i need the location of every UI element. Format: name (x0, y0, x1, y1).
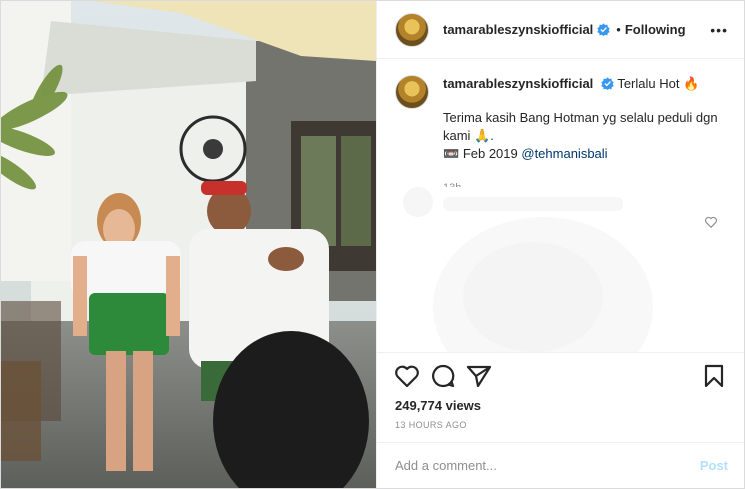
video-frame-illustration (1, 1, 376, 488)
mention-link[interactable]: @tehmanisbali (521, 146, 607, 161)
comment-input[interactable] (395, 458, 700, 473)
fire-emoji: 🔥 (683, 76, 700, 91)
author-username[interactable]: tamarableszynskiofficial (443, 22, 593, 37)
like-button[interactable] (393, 362, 421, 390)
more-options-icon[interactable]: ••• (710, 22, 728, 38)
comments-area: tamarableszynskiofficial Terlalu Hot 🔥 T… (377, 59, 744, 352)
heart-icon (395, 365, 419, 387)
caption-username[interactable]: tamarableszynskiofficial (443, 76, 593, 91)
heart-icon[interactable] (704, 215, 718, 229)
post-header: tamarableszynskiofficial • Following ••• (377, 1, 744, 59)
post-details-panel: tamarableszynskiofficial • Following •••… (376, 1, 744, 488)
verified-badge-icon (597, 23, 610, 36)
author-avatar[interactable] (395, 12, 429, 47)
caption-body: tamarableszynskiofficial Terlalu Hot 🔥 T… (443, 75, 728, 197)
caption-line1: Terlalu Hot (617, 76, 680, 91)
comment-button[interactable] (429, 362, 457, 390)
videotape-emoji: 📼 (443, 146, 460, 161)
header-separator: • (616, 22, 621, 37)
following-button[interactable]: Following (625, 22, 686, 37)
comment-form: Post (377, 442, 744, 488)
share-button[interactable] (465, 362, 493, 390)
instagram-post-frame: tamarableszynskiofficial • Following •••… (0, 0, 745, 489)
post-video[interactable] (1, 1, 376, 488)
view-count[interactable]: 249,774 views (377, 398, 744, 414)
verified-badge-icon (601, 77, 614, 90)
share-icon (466, 365, 492, 387)
caption-text: Terima kasih Bang Hotman yg selalu pedul… (443, 110, 718, 143)
blurred-comments (393, 187, 729, 352)
caption-date: Feb 2019 (462, 146, 518, 161)
action-bar (377, 352, 744, 398)
save-button[interactable] (700, 362, 728, 390)
comment-icon (432, 364, 455, 387)
post-comment-button[interactable]: Post (700, 458, 728, 473)
caption: tamarableszynskiofficial Terlalu Hot 🔥 T… (395, 75, 728, 197)
post-timestamp[interactable]: 13 HOURS AGO (377, 414, 744, 442)
caption-date-line: 📼 Feb 2019 @tehmanisbali (443, 145, 728, 163)
bookmark-icon (704, 364, 724, 387)
caption-avatar[interactable] (395, 75, 429, 109)
